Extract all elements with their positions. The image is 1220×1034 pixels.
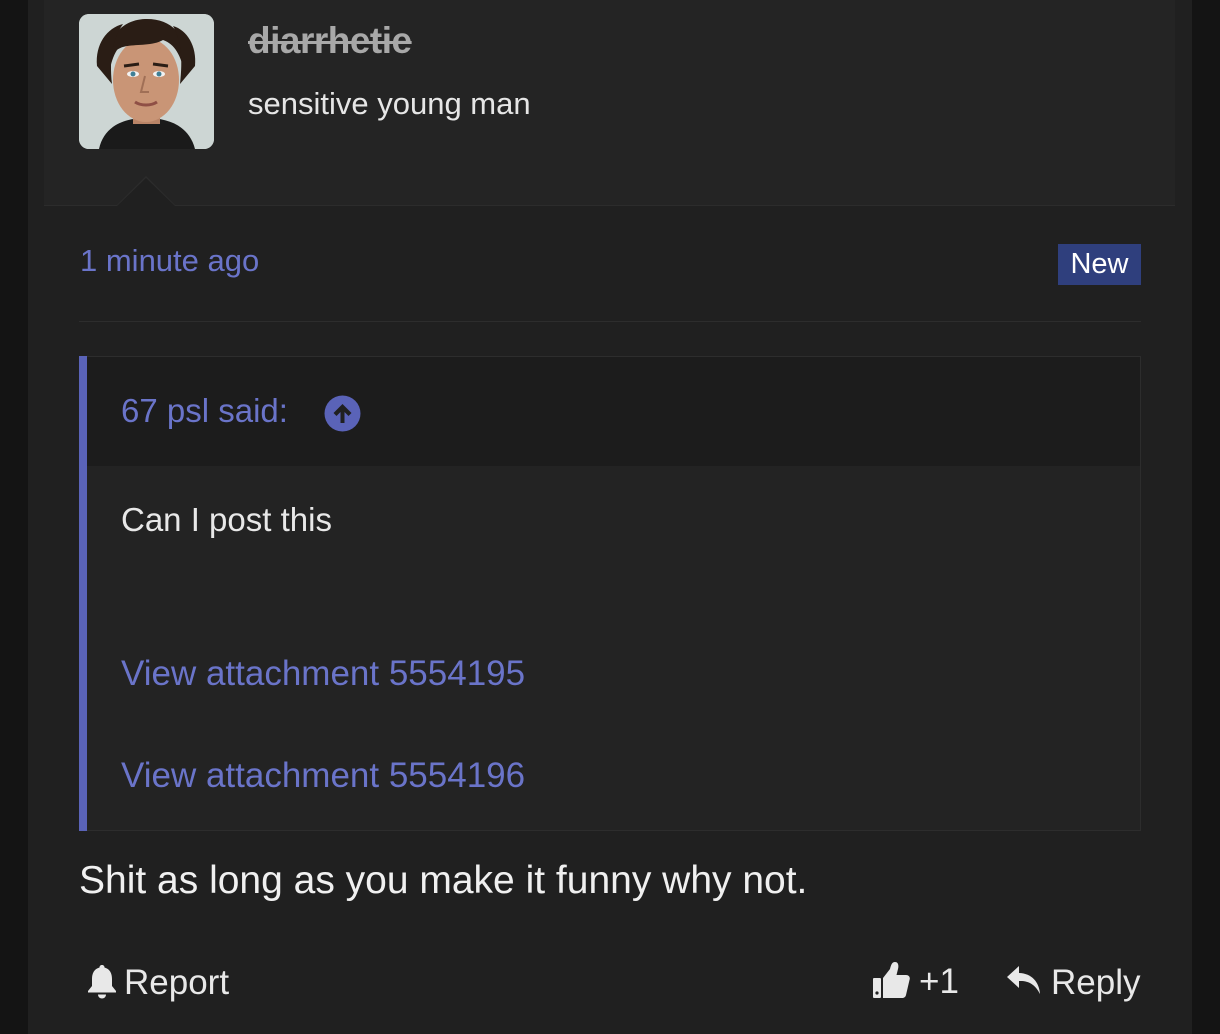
reply-button[interactable]: Reply — [1005, 961, 1140, 1005]
thumbs-up-icon — [871, 960, 911, 1005]
attachment-link[interactable]: View attachment 5554195 — [121, 654, 525, 694]
avatar[interactable] — [79, 14, 214, 149]
reaction-count: +1 — [919, 962, 959, 1001]
reply-label: Reply — [1051, 963, 1141, 1002]
user-title: sensitive young man — [248, 86, 531, 121]
attachment-link[interactable]: View attachment 5554196 — [121, 756, 525, 796]
post-timestamp[interactable]: 1 minute ago — [80, 243, 259, 279]
post-body: Shit as long as you make it funny why no… — [79, 859, 808, 902]
reply-arrow-icon — [1005, 964, 1043, 1003]
bell-icon — [86, 963, 118, 1004]
username[interactable]: diarrhetie — [248, 20, 412, 62]
quote-text: Can I post this — [121, 501, 332, 538]
new-badge: New — [1058, 244, 1141, 285]
arrow-up-circle-icon[interactable] — [324, 395, 361, 432]
divider — [79, 321, 1141, 322]
quote-bar — [79, 356, 87, 831]
report-button[interactable]: Report — [86, 961, 229, 1005]
report-label: Report — [124, 963, 230, 1002]
like-button[interactable]: +1 — [871, 960, 959, 1004]
quote-author[interactable]: 67 psl said: — [121, 392, 288, 430]
page: diarrhetie sensitive young man 1 minute … — [0, 0, 1220, 1034]
